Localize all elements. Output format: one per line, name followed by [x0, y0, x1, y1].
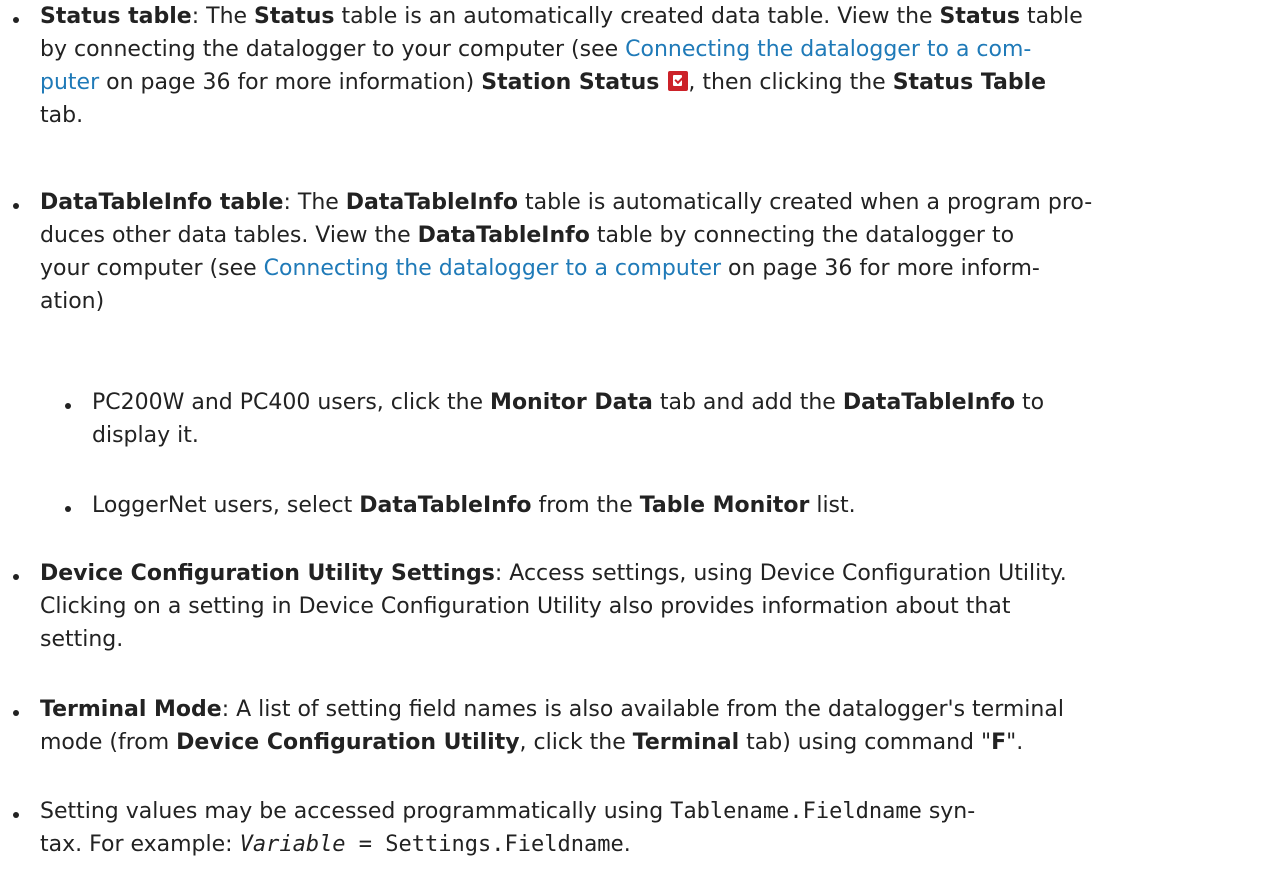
text: tax. For example:: [40, 832, 240, 857]
list-item-device-configuration: Device Configuration Utility Settings: A…: [13, 557, 1265, 656]
text: : The: [191, 4, 255, 29]
text: tab) using command ": [739, 730, 992, 755]
station-status-icon: [668, 71, 689, 91]
text: tab.: [40, 103, 84, 128]
link-connecting-datalogger-cont[interactable]: puter: [40, 70, 99, 95]
list-item-terminal-mode: Terminal Mode: A list of setting field n…: [13, 693, 1265, 759]
bullet: [13, 574, 19, 580]
text: on page 36 for more information): [99, 70, 482, 95]
text: setting.: [40, 627, 124, 652]
text: table by connecting the datalogger to: [589, 223, 1015, 248]
text: table is automatically created when a pr…: [518, 190, 1093, 215]
text: syn-: [921, 799, 976, 824]
text: tab and add the: [652, 390, 843, 415]
sublist-item-loggernet: LoggerNet users, select DataTableInfo fr…: [65, 489, 1252, 522]
link-connecting-datalogger[interactable]: Connecting the datalogger to a computer: [264, 256, 721, 281]
link-connecting-datalogger[interactable]: Connecting the datalogger to a com-: [625, 37, 1031, 62]
text: : The: [283, 190, 346, 215]
term: Device Configuration Utility: [176, 730, 520, 755]
term: Status: [939, 4, 1021, 29]
text: Clicking on a setting in Device Configur…: [40, 594, 1011, 619]
term: Status table: [40, 4, 192, 29]
text: ation): [40, 289, 105, 314]
text: to: [1015, 390, 1045, 415]
term: Terminal: [632, 730, 740, 755]
text: , click the: [519, 730, 633, 755]
code: Tablename.Fieldname: [670, 799, 922, 824]
text: by connecting the datalogger to your com…: [40, 37, 626, 62]
bullet: [13, 203, 19, 209]
term: DataTableInfo table: [40, 190, 284, 215]
term: DataTableInfo: [345, 190, 519, 215]
text: ".: [1006, 730, 1024, 755]
text: your computer (see: [40, 256, 264, 281]
text: on page 36 for more inform-: [721, 256, 1040, 281]
text: display it.: [92, 423, 199, 448]
bullet: [13, 710, 19, 716]
term: Device Configuration Utility Settings: [40, 561, 495, 586]
bullet: [65, 403, 71, 409]
term: DataTableInfo: [359, 493, 532, 518]
list-item-datatableinfo: DataTableInfo table: The DataTableInfo t…: [13, 186, 1265, 318]
list-item-setting-values: Setting values may be accessed programma…: [13, 795, 1265, 861]
term: Status Table: [892, 70, 1047, 95]
text: .: [623, 832, 631, 857]
term: Monitor Data: [490, 390, 653, 415]
text: : Access settings, using Device Configur…: [494, 561, 1067, 586]
text: Setting values may be accessed programma…: [40, 799, 671, 824]
text: mode (from: [40, 730, 177, 755]
code-italic: Variable: [239, 832, 346, 857]
term: Station Status: [481, 70, 660, 95]
text: duces other data tables. View the: [40, 223, 418, 248]
bullet: [65, 506, 71, 512]
term: F: [991, 730, 1007, 755]
text: from the: [531, 493, 640, 518]
code: = Settings.Fieldname: [345, 832, 624, 857]
term: DataTableInfo: [842, 390, 1016, 415]
term: Status: [254, 4, 335, 29]
text: list.: [809, 493, 856, 518]
bullet: [13, 812, 19, 818]
text: : A list of setting field names is also …: [221, 697, 1064, 722]
text: , then clicking the: [688, 70, 893, 95]
sublist-item-pc200w: PC200W and PC400 users, click the Monito…: [65, 386, 1252, 452]
list-item-status-table: Status table: The Status table is an aut…: [13, 0, 1265, 132]
term: Table Monitor: [639, 493, 810, 518]
text: LoggerNet users, select: [92, 493, 360, 518]
document-page: Status table: The Status table is an aut…: [0, 0, 1280, 888]
bullet: [13, 17, 19, 23]
term: Terminal Mode: [40, 697, 222, 722]
text: table: [1020, 4, 1083, 29]
term: DataTableInfo: [417, 223, 590, 248]
text: PC200W and PC400 users, click the: [92, 390, 491, 415]
text: table is an automatically created data t…: [334, 4, 940, 29]
